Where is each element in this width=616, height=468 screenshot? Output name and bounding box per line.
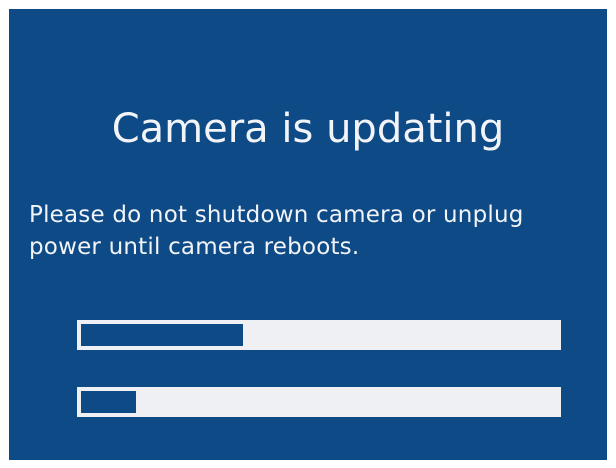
message-line-2: power until camera reboots. bbox=[29, 234, 360, 260]
message-line-1: Please do not shutdown camera or unplug bbox=[29, 202, 524, 228]
progress-bar-2-fill bbox=[81, 391, 136, 413]
progress-bar-1 bbox=[77, 320, 561, 350]
progress-bar-1-fill bbox=[81, 324, 243, 346]
update-warning-message: Please do not shutdown camera or unplug … bbox=[29, 199, 604, 263]
page-title: Camera is updating bbox=[111, 106, 505, 152]
progress-bar-2 bbox=[77, 387, 561, 417]
update-screen: Camera is updating Please do not shutdow… bbox=[9, 9, 607, 460]
